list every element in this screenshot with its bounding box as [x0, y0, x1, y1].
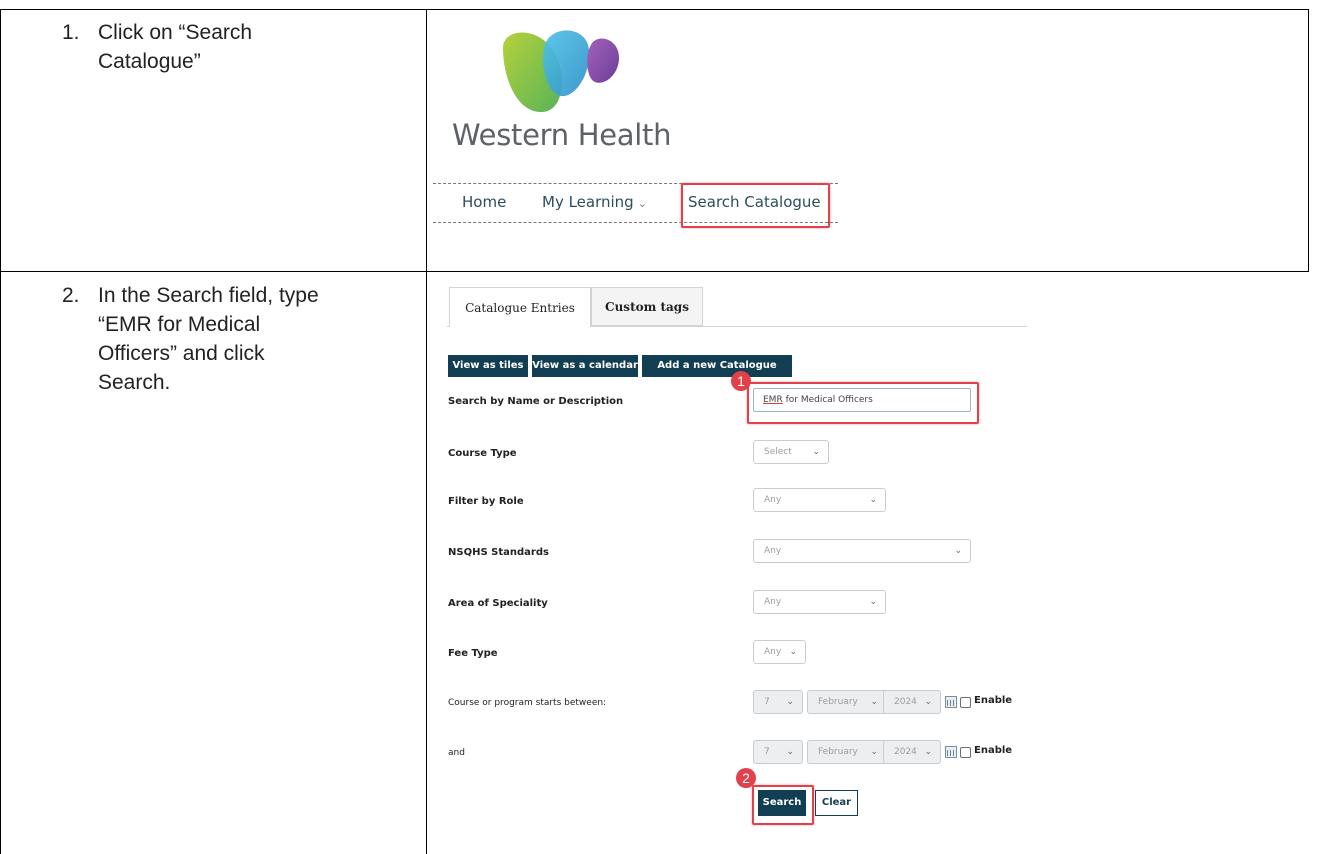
date-start-year: 2024	[894, 697, 917, 707]
date-end-enable-label: Enable	[974, 745, 1013, 756]
fee-type-select[interactable]: Any ⌄	[753, 640, 806, 664]
nav-my-learning-label: My Learning	[542, 193, 634, 211]
table-column-divider	[426, 9, 427, 854]
date-end-year: 2024	[894, 747, 917, 757]
step-2-instruction: In the Search field, type “EMR for Medic…	[98, 281, 368, 397]
chevron-down-icon: ⌄	[789, 647, 797, 657]
step-1-instruction: Click on “Search Catalogue”	[98, 18, 368, 76]
nsqhs-standards-value: Any	[764, 546, 782, 556]
step-2-line-2: “EMR for Medical	[98, 313, 261, 336]
nav-my-learning[interactable]: My Learning ⌄	[542, 193, 647, 211]
chevron-down-icon: ⌄	[786, 697, 794, 707]
date-end-day-select[interactable]: 7 ⌄	[753, 740, 803, 764]
search-catalogue-highlight	[681, 183, 830, 228]
date-start-enable-label: Enable	[974, 695, 1013, 706]
nsqhs-standards-select[interactable]: Any ⌄	[753, 539, 971, 563]
western-health-logo-icon	[503, 30, 619, 113]
calendar-icon[interactable]	[945, 696, 957, 708]
chevron-down-icon: ⌄	[924, 697, 932, 707]
chevron-down-icon: ⌄	[924, 747, 932, 757]
filter-by-role-select[interactable]: Any ⌄	[753, 488, 886, 512]
step-2-line-1: In the Search field, type	[98, 284, 319, 307]
callout-badge-1: 1	[731, 371, 751, 391]
search-input-highlight	[747, 382, 979, 424]
date-end-day: 7	[764, 747, 770, 757]
date-start-year-select[interactable]: 2024 ⌄	[883, 690, 941, 714]
chevron-down-icon: ⌄	[954, 546, 962, 556]
tab-custom-tags[interactable]: Custom tags	[591, 287, 703, 326]
nsqhs-standards-label: NSQHS Standards	[448, 547, 549, 558]
search-label: Search by Name or Description	[448, 396, 624, 407]
date-start-enable-checkbox[interactable]	[960, 697, 971, 708]
date-end-year-select[interactable]: 2024 ⌄	[883, 740, 941, 764]
step-2-text: 2. In the Search field, type “EMR for Me…	[62, 281, 402, 411]
fee-type-label: Fee Type	[448, 648, 498, 659]
nav-home[interactable]: Home	[462, 193, 506, 211]
course-type-select[interactable]: Select ⌄	[753, 440, 829, 464]
callout-badge-2: 2	[736, 768, 756, 788]
step-2-line-4: Search.	[98, 371, 171, 394]
date-end-month: February	[818, 747, 858, 757]
table-left-border	[0, 9, 1, 854]
chevron-down-icon: ⌄	[869, 495, 877, 505]
date-start-label: Course or program starts between:	[448, 698, 607, 708]
chevron-down-icon: ⌄	[870, 697, 878, 707]
table-right-border	[1308, 9, 1309, 272]
step-1-line-2: Catalogue”	[98, 50, 201, 73]
chevron-down-icon: ⌄	[869, 597, 877, 607]
course-type-label: Course Type	[448, 448, 517, 459]
step-1-number: 1.	[62, 21, 80, 44]
date-start-day: 7	[764, 697, 770, 707]
chevron-down-icon: ⌄	[870, 747, 878, 757]
brand-name: Western Health	[452, 118, 672, 152]
filter-by-role-label: Filter by Role	[448, 496, 524, 507]
chevron-down-icon: ⌄	[786, 747, 794, 757]
step-2-line-3: Officers” and click	[98, 342, 265, 365]
view-as-tiles-button[interactable]: View as tiles	[448, 355, 528, 377]
clear-button[interactable]: Clear	[815, 790, 858, 816]
table-top-border	[0, 9, 1309, 10]
view-as-calendar-button[interactable]: View as a calendar	[532, 355, 638, 377]
step-1-text: 1. Click on “Search Catalogue”	[62, 18, 402, 88]
filter-by-role-value: Any	[764, 495, 782, 505]
step-1-line-1: Click on “Search	[98, 21, 253, 44]
date-end-month-select[interactable]: February ⌄	[807, 740, 887, 764]
date-start-day-select[interactable]: 7 ⌄	[753, 690, 803, 714]
fee-type-value: Any	[764, 647, 782, 657]
search-button-highlight	[752, 785, 814, 825]
area-of-speciality-value: Any	[764, 597, 782, 607]
chevron-down-icon: ⌄	[812, 447, 820, 457]
step-2-number: 2.	[62, 284, 80, 307]
calendar-icon[interactable]	[945, 746, 957, 758]
add-catalogue-entry-button[interactable]: Add a new Catalogue Entry	[642, 355, 792, 393]
instruction-table: 1. Click on “Search Catalogue” Western H…	[0, 0, 1319, 854]
tab-catalogue-entries[interactable]: Catalogue Entries	[449, 287, 591, 327]
date-end-label: and	[448, 748, 465, 758]
area-of-speciality-select[interactable]: Any ⌄	[753, 590, 886, 614]
table-row-divider	[0, 271, 1309, 272]
date-start-month: February	[818, 697, 858, 707]
chevron-down-icon: ⌄	[637, 197, 647, 210]
date-start-month-select[interactable]: February ⌄	[807, 690, 887, 714]
course-type-value: Select	[764, 447, 792, 457]
date-end-enable-checkbox[interactable]	[960, 747, 971, 758]
area-of-speciality-label: Area of Speciality	[448, 598, 548, 609]
